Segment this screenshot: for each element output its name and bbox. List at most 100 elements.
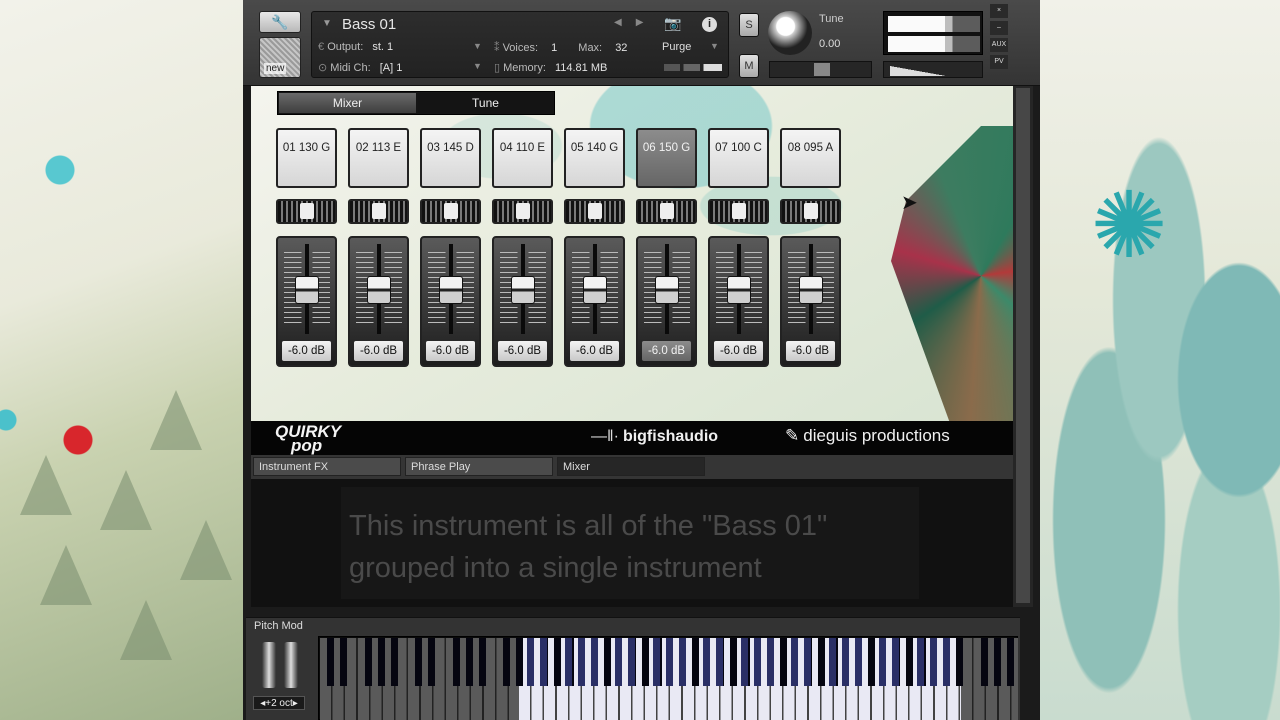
tab-tune[interactable]: Tune xyxy=(418,93,553,113)
collapse-caret-icon[interactable]: ▼ xyxy=(322,18,332,29)
fader-db-value[interactable]: -6.0 dB xyxy=(642,341,691,361)
channel-fader-1[interactable]: -6.0 dB xyxy=(276,236,337,367)
fader-db-value[interactable]: -6.0 dB xyxy=(498,341,547,361)
scrollbar-thumb[interactable] xyxy=(1016,88,1030,603)
mute-button[interactable]: M xyxy=(739,54,759,78)
fader-cap[interactable] xyxy=(799,276,823,304)
channel-fader-3[interactable]: -6.0 dB xyxy=(420,236,481,367)
tune-knob[interactable] xyxy=(768,11,812,55)
fader-db-value[interactable]: -6.0 dB xyxy=(714,341,763,361)
pv-button[interactable]: PV xyxy=(990,55,1008,69)
pan-knob[interactable] xyxy=(588,203,602,219)
pan-knob[interactable] xyxy=(372,203,386,219)
output-row[interactable]: € Output: st. 1 ▼ xyxy=(318,41,482,53)
pan-handle[interactable] xyxy=(814,63,830,76)
close-icon[interactable]: × xyxy=(990,4,1008,18)
fader-cap[interactable] xyxy=(727,276,751,304)
instrument-stage: Mixer Tune 01 130 G 02 113 E 03 145 D 04… xyxy=(251,86,1013,421)
starburst-icon: ✺ xyxy=(1090,175,1168,277)
channel-pan-7[interactable] xyxy=(708,199,769,224)
midi-label: Midi Ch: xyxy=(330,62,371,74)
pan-slider[interactable] xyxy=(769,61,872,78)
channel-fader-7[interactable]: -6.0 dB xyxy=(708,236,769,367)
pan-knob[interactable] xyxy=(732,203,746,219)
tab-phrase-play[interactable]: Phrase Play xyxy=(405,457,553,476)
channel-pan-6[interactable] xyxy=(636,199,697,224)
camera-icon[interactable]: 📷 xyxy=(664,15,681,32)
caption-line-1: This instrument is all of the "Bass 01" xyxy=(349,510,828,542)
channel-fader-5[interactable]: -6.0 dB xyxy=(564,236,625,367)
purge-menu[interactable]: Purge xyxy=(662,41,691,53)
channel-name-6[interactable]: 06 150 G xyxy=(636,128,697,188)
fader-db-value[interactable]: -6.0 dB xyxy=(354,341,403,361)
purge-dropdown-icon[interactable]: ▼ xyxy=(710,41,719,51)
instrument-nav-arrows-icon[interactable]: ◀▶ xyxy=(614,17,657,28)
vertical-scrollbar[interactable] xyxy=(1013,86,1033,607)
minimize-icon[interactable]: – xyxy=(990,21,1008,35)
new-instrument-button[interactable]: new xyxy=(259,37,301,78)
max-value[interactable]: 32 xyxy=(615,42,627,54)
tab-mixer[interactable]: Mixer xyxy=(279,93,416,113)
octave-label: +2 oct xyxy=(265,698,293,709)
aux-button[interactable]: AUX xyxy=(990,38,1008,52)
channel-pan-5[interactable] xyxy=(564,199,625,224)
fader-db-value[interactable]: -6.0 dB xyxy=(786,341,835,361)
tab-instrument-fx[interactable]: Instrument FX xyxy=(253,457,401,476)
channel-name-8[interactable]: 08 095 A xyxy=(780,128,841,188)
channel-name-7[interactable]: 07 100 C xyxy=(708,128,769,188)
mod-wheel[interactable] xyxy=(284,642,298,688)
fader-cap[interactable] xyxy=(511,276,535,304)
channel-name-3[interactable]: 03 145 D xyxy=(420,128,481,188)
channel-pan-3[interactable] xyxy=(420,199,481,224)
channel-name-1[interactable]: 01 130 G xyxy=(276,128,337,188)
pan-knob[interactable] xyxy=(516,203,530,219)
black-keys-mapped[interactable] xyxy=(519,638,961,686)
fader-cap[interactable] xyxy=(367,276,391,304)
volume-slider[interactable] xyxy=(883,61,983,78)
channel-fader-8[interactable]: -6.0 dB xyxy=(780,236,841,367)
fader-cap[interactable] xyxy=(583,276,607,304)
channel-name-5[interactable]: 05 140 G xyxy=(564,128,625,188)
fader-db-value[interactable]: -6.0 dB xyxy=(426,341,475,361)
pan-knob[interactable] xyxy=(444,203,458,219)
pan-knob[interactable] xyxy=(300,203,314,219)
channel-fader-6[interactable]: -6.0 dB xyxy=(636,236,697,367)
solo-button[interactable]: S xyxy=(739,13,759,37)
decorative-gem-art xyxy=(891,126,1013,421)
fader-cap[interactable] xyxy=(655,276,679,304)
piano-keyboard[interactable] xyxy=(318,636,1019,720)
lips-icon: ✎ xyxy=(785,426,800,445)
new-label: new xyxy=(264,63,287,74)
channel-pan-2[interactable] xyxy=(348,199,409,224)
wrench-icon[interactable]: 🔧 xyxy=(259,11,301,33)
channel-name-2[interactable]: 02 113 E xyxy=(348,128,409,188)
tab-content-panel: This instrument is all of the "Bass 01" … xyxy=(251,479,1013,607)
pitch-wheel[interactable] xyxy=(262,642,276,688)
midi-row[interactable]: ⊙ Midi Ch: [A] 1 ▼ xyxy=(318,61,482,74)
info-icon[interactable]: i xyxy=(702,17,717,32)
channel-pan-8[interactable] xyxy=(780,199,841,224)
tune-label: Tune xyxy=(819,13,844,25)
pan-knob[interactable] xyxy=(804,203,818,219)
stage-tabs: Mixer Tune xyxy=(277,91,555,115)
desktop-background-right: ✺ xyxy=(1039,0,1280,720)
background-triangle xyxy=(20,455,72,515)
instrument-name[interactable]: Bass 01 xyxy=(342,16,396,33)
octave-shift[interactable]: ◂+2 oct▸ xyxy=(253,696,305,710)
fader-cap[interactable] xyxy=(439,276,463,304)
channel-pan-4[interactable] xyxy=(492,199,553,224)
fader-db-value[interactable]: -6.0 dB xyxy=(570,341,619,361)
video-caption: This instrument is all of the "Bass 01" … xyxy=(341,487,919,599)
tune-value[interactable]: 0.00 xyxy=(819,38,840,50)
channel-name-4[interactable]: 04 110 E xyxy=(492,128,553,188)
tab-mixer-bottom[interactable]: Mixer xyxy=(557,457,705,476)
channel-fader-4[interactable]: -6.0 dB xyxy=(492,236,553,367)
channel-pan-1[interactable] xyxy=(276,199,337,224)
fader-cap[interactable] xyxy=(295,276,319,304)
background-triangle xyxy=(40,545,92,605)
fader-db-value[interactable]: -6.0 dB xyxy=(282,341,331,361)
pan-knob[interactable] xyxy=(660,203,674,219)
channel-fader-2[interactable]: -6.0 dB xyxy=(348,236,409,367)
midi-value: [A] 1 xyxy=(379,62,403,74)
tune-display: Tune 0.00 xyxy=(816,11,872,55)
